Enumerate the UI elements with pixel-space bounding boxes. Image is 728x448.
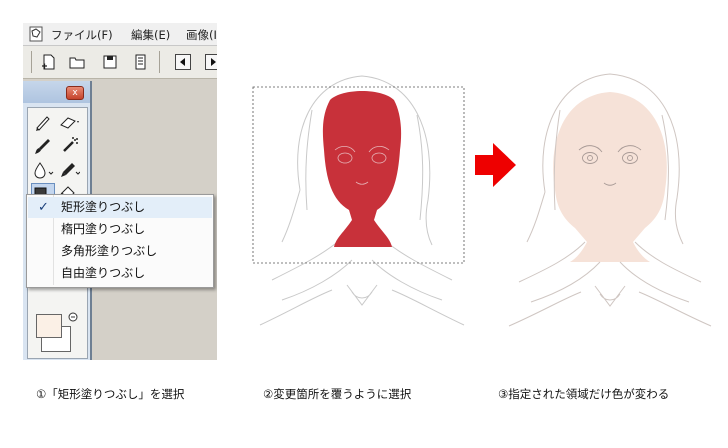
app-icon (29, 26, 43, 42)
next-icon[interactable] (204, 53, 217, 71)
pen-icon[interactable] (58, 160, 80, 180)
app-screenshot: ファイル(F) 編集(E) 画像(I x ✓ 矩形塗りつぶし 楕円塗りつぶし 多… (23, 23, 217, 360)
pencil-icon[interactable] (32, 112, 54, 132)
toolbar-grip (31, 51, 32, 73)
toolbar-separator (159, 51, 160, 73)
water-drop-icon[interactable] (32, 160, 54, 180)
menu-item-label: 自由塗りつぶし (61, 266, 146, 280)
selected-region (322, 91, 402, 247)
open-folder-icon[interactable] (68, 53, 86, 71)
airbrush-icon[interactable] (58, 136, 80, 156)
swap-colors-icon[interactable] (68, 312, 78, 322)
foreground-color-swatch[interactable] (36, 314, 62, 338)
eraser-icon[interactable] (58, 112, 80, 132)
fill-type-menu: ✓ 矩形塗りつぶし 楕円塗りつぶし 多角形塗りつぶし 自由塗りつぶし (26, 194, 214, 288)
selection-illustration (252, 75, 465, 326)
new-document-icon[interactable] (40, 53, 58, 71)
brush-icon[interactable] (32, 136, 54, 156)
menu-bar: ファイル(F) 編集(E) 画像(I (23, 23, 217, 46)
recolored-region (553, 92, 667, 262)
prev-icon[interactable] (174, 53, 192, 71)
menu-image[interactable]: 画像(I (186, 27, 217, 43)
check-icon: ✓ (38, 200, 49, 215)
menu-edit[interactable]: 編集(E) (131, 27, 170, 43)
close-button[interactable]: x (66, 86, 84, 100)
save-icon[interactable] (101, 53, 119, 71)
menu-item-label: 多角形塗りつぶし (61, 244, 158, 258)
caption-step-1: ①「矩形塗りつぶし」を選択 (36, 387, 185, 401)
save-all-icon[interactable] (131, 53, 149, 71)
result-illustration (508, 73, 712, 327)
menu-item-ellipse-fill[interactable]: 楕円塗りつぶし (28, 219, 212, 240)
menu-item-label: 楕円塗りつぶし (61, 222, 146, 236)
menu-file[interactable]: ファイル(F) (51, 27, 113, 43)
menu-item-label: 矩形塗りつぶし (61, 200, 146, 214)
menu-item-freehand-fill[interactable]: 自由塗りつぶし (28, 263, 212, 284)
menu-item-rect-fill[interactable]: ✓ 矩形塗りつぶし (28, 197, 212, 218)
caption-step-3: ③指定された領域だけ色が変わる (498, 387, 670, 401)
caption-step-2: ②変更箇所を覆うように選択 (263, 387, 412, 401)
menu-item-polygon-fill[interactable]: 多角形塗りつぶし (28, 241, 212, 262)
toolbar (23, 46, 217, 79)
